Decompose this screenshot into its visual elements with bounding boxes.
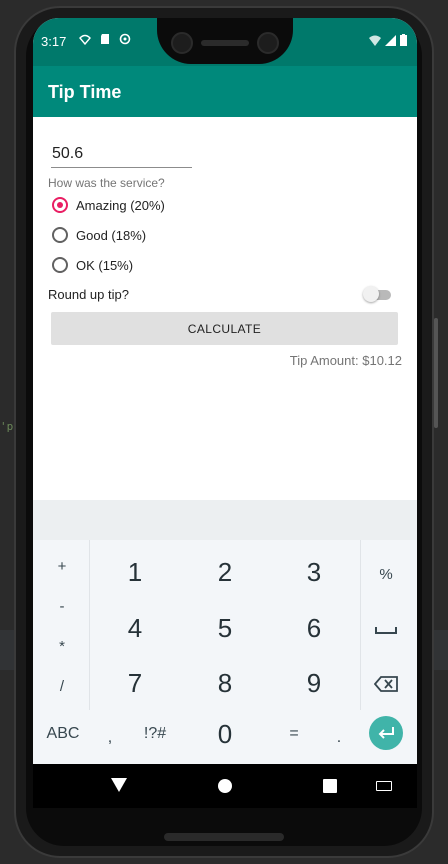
bottom-speaker-grille: [164, 833, 284, 841]
option-ok[interactable]: OK (15%): [52, 257, 133, 273]
key-1[interactable]: 1: [115, 552, 155, 592]
key-percent[interactable]: %: [372, 560, 400, 588]
power-button[interactable]: [434, 318, 438, 428]
battery-icon: [400, 34, 407, 46]
status-time: 3:17: [41, 34, 67, 49]
key-5[interactable]: 5: [205, 608, 245, 648]
camera-notch: [157, 18, 293, 64]
status-bar: 3:17: [33, 18, 417, 66]
sync-icon: [119, 33, 131, 45]
key-plus[interactable]: +: [48, 552, 76, 580]
status-notification-icons: [79, 33, 131, 45]
option-amazing[interactable]: Amazing (20%): [52, 197, 165, 213]
key-2[interactable]: 2: [205, 552, 245, 592]
key-8[interactable]: 8: [205, 663, 245, 703]
option-label: Good (18%): [76, 227, 147, 243]
earpiece-speaker: [201, 40, 249, 46]
switch-thumb[interactable]: [363, 286, 379, 302]
key-backspace[interactable]: [372, 670, 400, 698]
app-title: Tip Time: [48, 82, 122, 102]
option-label: Amazing (20%): [76, 197, 165, 213]
front-camera-icon: [171, 32, 193, 54]
option-label: OK (15%): [76, 257, 134, 273]
tip-amount-result: Tip Amount: $10.12: [289, 353, 402, 368]
recents-icon[interactable]: [323, 779, 337, 793]
option-good[interactable]: Good (18%): [52, 227, 146, 243]
key-6[interactable]: 6: [294, 608, 334, 648]
cost-of-service-input[interactable]: [51, 143, 192, 168]
key-minus[interactable]: -: [48, 592, 76, 620]
front-camera-icon: [257, 32, 279, 54]
home-icon[interactable]: [218, 779, 232, 793]
system-nav-bar: [33, 764, 417, 808]
key-9[interactable]: 9: [294, 663, 334, 703]
key-0[interactable]: 0: [205, 714, 245, 754]
round-up-switch[interactable]: [363, 286, 391, 302]
key-comma[interactable]: ,: [99, 724, 121, 752]
signal-icon: [385, 34, 396, 46]
key-period[interactable]: .: [328, 724, 350, 752]
key-space[interactable]: [372, 616, 400, 644]
key-abc[interactable]: ABC: [43, 720, 83, 748]
enter-icon: [378, 727, 394, 739]
keyboard-switcher-icon[interactable]: [376, 781, 392, 791]
status-system-icons: [369, 34, 407, 46]
key-3[interactable]: 3: [294, 552, 334, 592]
calculate-button[interactable]: CALCULATE: [51, 312, 398, 345]
key-enter[interactable]: [369, 716, 403, 750]
sd-card-icon: [101, 34, 109, 44]
numeric-keyboard: + - * / 1 2 3 4 5 6 7 8 9 % ABC , !?# 0 …: [33, 540, 417, 764]
key-symbols[interactable]: !?#: [139, 720, 171, 748]
radio-button[interactable]: [52, 257, 68, 273]
app-bar: Tip Time: [33, 66, 417, 117]
key-7[interactable]: 7: [115, 663, 155, 703]
backspace-icon: [374, 676, 398, 692]
tip-form: How was the service? Amazing (20%) Good …: [33, 117, 417, 500]
wifi-calling-icon: [79, 34, 91, 45]
ide-code-snippet: 'p: [0, 420, 14, 433]
key-multiply[interactable]: *: [48, 632, 76, 660]
service-question-label: How was the service?: [48, 176, 165, 190]
device-screen: 3:17 Tip Time How was the service? Amazi…: [33, 18, 417, 764]
keyboard-suggestion-strip: [33, 500, 417, 540]
back-icon[interactable]: [111, 778, 127, 792]
radio-button[interactable]: [52, 227, 68, 243]
key-4[interactable]: 4: [115, 608, 155, 648]
key-equals[interactable]: =: [283, 720, 305, 748]
key-divide[interactable]: /: [48, 672, 76, 700]
wifi-icon: [369, 35, 381, 46]
radio-button-checked[interactable]: [52, 197, 68, 213]
space-icon: [375, 627, 397, 634]
round-up-label: Round up tip?: [48, 287, 129, 302]
